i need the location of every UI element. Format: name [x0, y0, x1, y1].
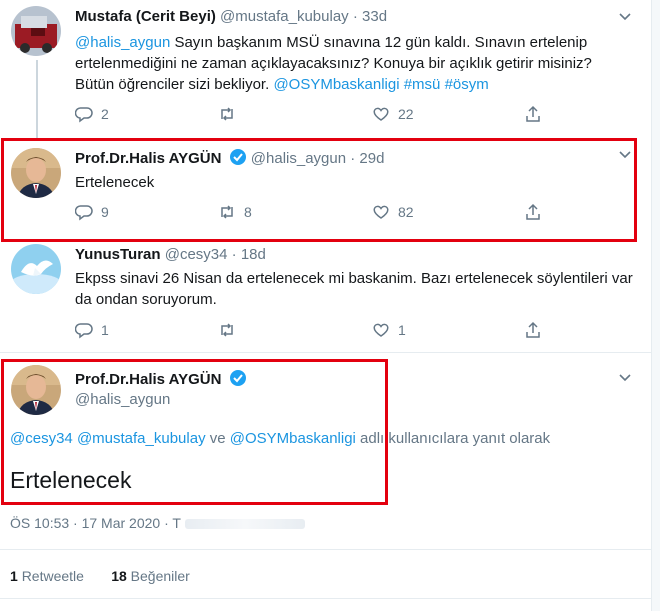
like-label: Beğeniler — [130, 568, 190, 584]
retweet-button[interactable] — [218, 104, 244, 124]
like-count: 1 — [398, 322, 406, 338]
likes-stat[interactable]: 18 Beğeniler — [111, 568, 190, 584]
author-handle[interactable]: @cesy34 — [165, 246, 228, 263]
avatar[interactable] — [11, 244, 61, 294]
reply-count: 1 — [101, 322, 109, 338]
divider — [0, 549, 652, 550]
author-name[interactable]: Mustafa (Cerit Beyi) — [75, 8, 216, 25]
retweet-total: 1 — [10, 568, 18, 584]
reply-button[interactable]: 2 — [75, 104, 109, 124]
tweet-yunus[interactable]: YunusTuran @cesy34 · 18d Ekpss sinavi 26… — [0, 242, 652, 352]
like-button[interactable]: 1 — [372, 320, 406, 340]
tweet-actions: 1 1 — [75, 320, 635, 340]
highlight-box — [1, 138, 637, 242]
separator-dot: · — [352, 8, 358, 25]
share-button[interactable] — [524, 104, 542, 124]
tweet-time[interactable]: 18d — [241, 246, 266, 263]
retweet-icon — [221, 107, 233, 121]
share-button[interactable] — [524, 320, 542, 340]
scrollbar-track[interactable] — [652, 0, 660, 611]
hashtag-link[interactable]: #msü — [404, 76, 441, 93]
blurred-source — [184, 519, 305, 530]
reply-button[interactable]: 1 — [75, 320, 109, 340]
share-icon — [526, 105, 540, 122]
like-count: 22 — [398, 106, 414, 122]
retweets-stat[interactable]: 1 Retweetle — [10, 568, 84, 584]
thread-line — [36, 60, 38, 138]
chevron-down-icon[interactable] — [618, 373, 632, 383]
reply-count: 2 — [101, 106, 109, 122]
reply-icon — [75, 107, 93, 123]
tweet-actions: 2 22 — [75, 104, 635, 124]
tweet-text: Ekpss sinavi 26 Nisan da ertelenecek mi … — [75, 270, 633, 308]
retweet-label: Retweetle — [21, 568, 84, 584]
tweet-text: @halis_aygun Sayın başkanım MSÜ sınavına… — [75, 32, 635, 95]
tweet-header: Mustafa (Cerit Beyi) @mustafa_kubulay · … — [75, 8, 387, 25]
retweet-button[interactable] — [218, 320, 244, 340]
tweet-mustafa[interactable]: Mustafa (Cerit Beyi) @mustafa_kubulay · … — [0, 0, 652, 138]
share-icon — [526, 321, 540, 338]
like-button[interactable]: 22 — [372, 104, 414, 124]
chevron-down-icon[interactable] — [618, 12, 632, 22]
tweet-timestamp[interactable]: ÖS 10:53 · 17 Mar 2020 · T — [10, 515, 305, 531]
mention-link[interactable]: @OSYMbaskanligi — [273, 76, 399, 93]
tweet-header: YunusTuran @cesy34 · 18d — [75, 246, 266, 263]
heart-icon — [373, 323, 389, 337]
divider — [0, 598, 652, 599]
separator-dot: · — [231, 246, 237, 263]
author-name[interactable]: YunusTuran — [75, 246, 161, 263]
timestamp-text: ÖS 10:53 · 17 Mar 2020 · T — [10, 515, 181, 531]
retweet-icon — [221, 323, 233, 337]
tweet-stats: 1 Retweetle 18 Beğeniler — [10, 568, 190, 584]
reply-icon — [75, 323, 93, 339]
tweet-thread: Mustafa (Cerit Beyi) @mustafa_kubulay · … — [0, 0, 652, 611]
avatar[interactable] — [11, 6, 61, 56]
hashtag-link[interactable]: #ösym — [445, 76, 489, 93]
like-total: 18 — [111, 568, 127, 584]
tweet-time[interactable]: 33d — [362, 8, 387, 25]
highlight-box — [1, 359, 388, 505]
mention-link[interactable]: @halis_aygun — [75, 34, 170, 51]
author-handle[interactable]: @mustafa_kubulay — [220, 8, 349, 25]
heart-icon — [373, 107, 389, 121]
